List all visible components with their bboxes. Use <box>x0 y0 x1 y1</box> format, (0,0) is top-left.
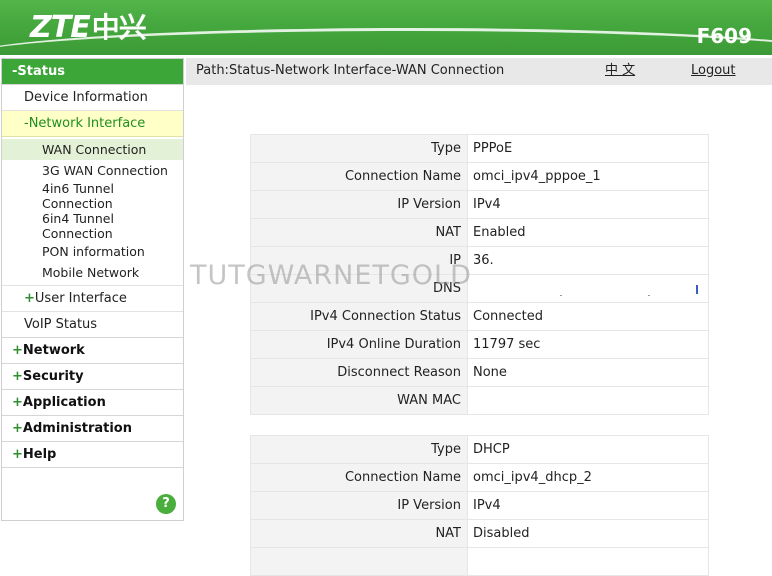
field-value: IPv4 <box>467 491 709 520</box>
expand-icon: + <box>12 369 23 384</box>
field-value: DHCP <box>467 435 709 464</box>
sidebar-item-network[interactable]: +Network <box>2 338 183 364</box>
table-row: Connection Name omci_ipv4_dhcp_2 <box>250 463 709 492</box>
field-value: Enabled <box>467 218 709 247</box>
expand-icon: + <box>12 343 23 358</box>
field-label: IP Version <box>250 190 468 219</box>
sidebar-item-security[interactable]: +Security <box>2 364 183 390</box>
expand-icon: + <box>12 447 23 462</box>
table-row: WAN MAC <box>250 386 709 415</box>
field-label: WAN MAC <box>250 386 468 415</box>
header-banner: ZTE中兴 F609 <box>0 0 772 55</box>
sidebar-item-user-interface-label: User Interface <box>34 291 127 306</box>
dns-redacted-mark <box>696 285 698 294</box>
field-value: PPPoE <box>467 134 709 163</box>
table-row: IP Version IPv4 <box>250 190 709 219</box>
field-value: IPv4 <box>467 190 709 219</box>
table-row: NAT Enabled <box>250 218 709 247</box>
sidebar-item-user-interface[interactable]: +User Interface <box>2 286 183 312</box>
sidebar-item-3g-wan-connection[interactable]: 3G WAN Connection <box>2 160 183 181</box>
sidebar-item-wan-connection[interactable]: WAN Connection <box>2 139 183 160</box>
path-bar: Path:Status-Network Interface-WAN Connec… <box>186 58 772 85</box>
watermark-text: TUTGWARNETGOLD <box>190 260 472 291</box>
field-label: Disconnect Reason <box>250 358 468 387</box>
dns-redacted-mark <box>648 295 650 296</box>
zte-logo: ZTE中兴 <box>30 6 147 46</box>
logout-link[interactable]: Logout <box>691 58 736 84</box>
sidebar-item-network-label: Network <box>22 343 85 358</box>
field-value: omci_ipv4_dhcp_2 <box>467 463 709 492</box>
breadcrumb: Path:Status-Network Interface-WAN Connec… <box>196 63 505 78</box>
field-label: Connection Name <box>250 463 468 492</box>
field-value: Disabled <box>467 519 709 548</box>
sidebar-item-6in4-line2: Connection <box>42 226 113 241</box>
field-value <box>467 274 709 303</box>
expand-icon: + <box>12 395 23 410</box>
sidebar-item-4in6-line1: 4in6 Tunnel <box>42 181 114 196</box>
field-label: IP Version <box>250 491 468 520</box>
table-row: Type PPPoE <box>250 134 709 163</box>
network-interface-submenu: WAN Connection 3G WAN Connection 4in6 Tu… <box>2 137 183 286</box>
sidebar-item-6in4-line1: 6in4 Tunnel <box>42 211 114 226</box>
table-row: Type DHCP <box>250 435 709 464</box>
field-label: Connection Name <box>250 162 468 191</box>
field-value: Connected <box>467 302 709 331</box>
sidebar-item-application-label: Application <box>22 395 106 410</box>
field-label <box>250 547 468 576</box>
model-name: F609 <box>696 24 752 48</box>
field-value: omci_ipv4_pppoe_1 <box>467 162 709 191</box>
sidebar-menu: -Status Device Information -Network Inte… <box>1 58 184 521</box>
sidebar-item-mobile-network[interactable]: Mobile Network <box>2 262 183 286</box>
sidebar-item-help-label: Help <box>22 447 57 462</box>
dns-redacted-mark <box>560 295 562 296</box>
sidebar-item-6in4-tunnel[interactable]: 6in4 Tunnel Connection <box>2 211 183 241</box>
ip-value: 36. <box>473 253 494 268</box>
sidebar-item-device-information[interactable]: Device Information <box>2 85 183 111</box>
sidebar-item-voip-status[interactable]: VoIP Status <box>2 312 183 338</box>
table-row: IP Version IPv4 <box>250 491 709 520</box>
field-value <box>467 547 709 576</box>
table-row <box>250 547 709 576</box>
logo-brand: ZTE <box>30 10 91 45</box>
logo-brand-cn: 中兴 <box>91 11 147 44</box>
sidebar-item-4in6-line2: Connection <box>42 196 113 211</box>
language-switch-link[interactable]: 中 文 <box>605 58 635 84</box>
sidebar-item-4in6-tunnel[interactable]: 4in6 Tunnel Connection <box>2 181 183 211</box>
field-label: IPv4 Connection Status <box>250 302 468 331</box>
table-row: IPv4 Online Duration 11797 sec <box>250 330 709 359</box>
sidebar-item-administration-label: Administration <box>22 421 132 436</box>
expand-icon: + <box>12 421 23 436</box>
field-label: IPv4 Online Duration <box>250 330 468 359</box>
field-label: Type <box>250 435 468 464</box>
table-row: Connection Name omci_ipv4_pppoe_1 <box>250 162 709 191</box>
sidebar-item-network-interface[interactable]: -Network Interface <box>2 111 183 137</box>
field-value: 36. <box>467 246 709 275</box>
expand-icon: + <box>24 291 35 306</box>
sidebar-item-security-label: Security <box>22 369 84 384</box>
field-value <box>467 386 709 415</box>
table-row: Disconnect Reason None <box>250 358 709 387</box>
table-row: IPv4 Connection Status Connected <box>250 302 709 331</box>
sidebar-item-administration[interactable]: +Administration <box>2 416 183 442</box>
field-label: Type <box>250 134 468 163</box>
help-icon[interactable]: ? <box>156 494 176 514</box>
sidebar-item-status[interactable]: -Status <box>2 59 183 85</box>
field-label: NAT <box>250 218 468 247</box>
field-label: NAT <box>250 519 468 548</box>
table-row: NAT Disabled <box>250 519 709 548</box>
sidebar-item-pon-information[interactable]: PON information <box>2 241 183 262</box>
field-value: None <box>467 358 709 387</box>
sidebar-item-help[interactable]: +Help <box>2 442 183 468</box>
field-value: 11797 sec <box>467 330 709 359</box>
sidebar-item-application[interactable]: +Application <box>2 390 183 416</box>
